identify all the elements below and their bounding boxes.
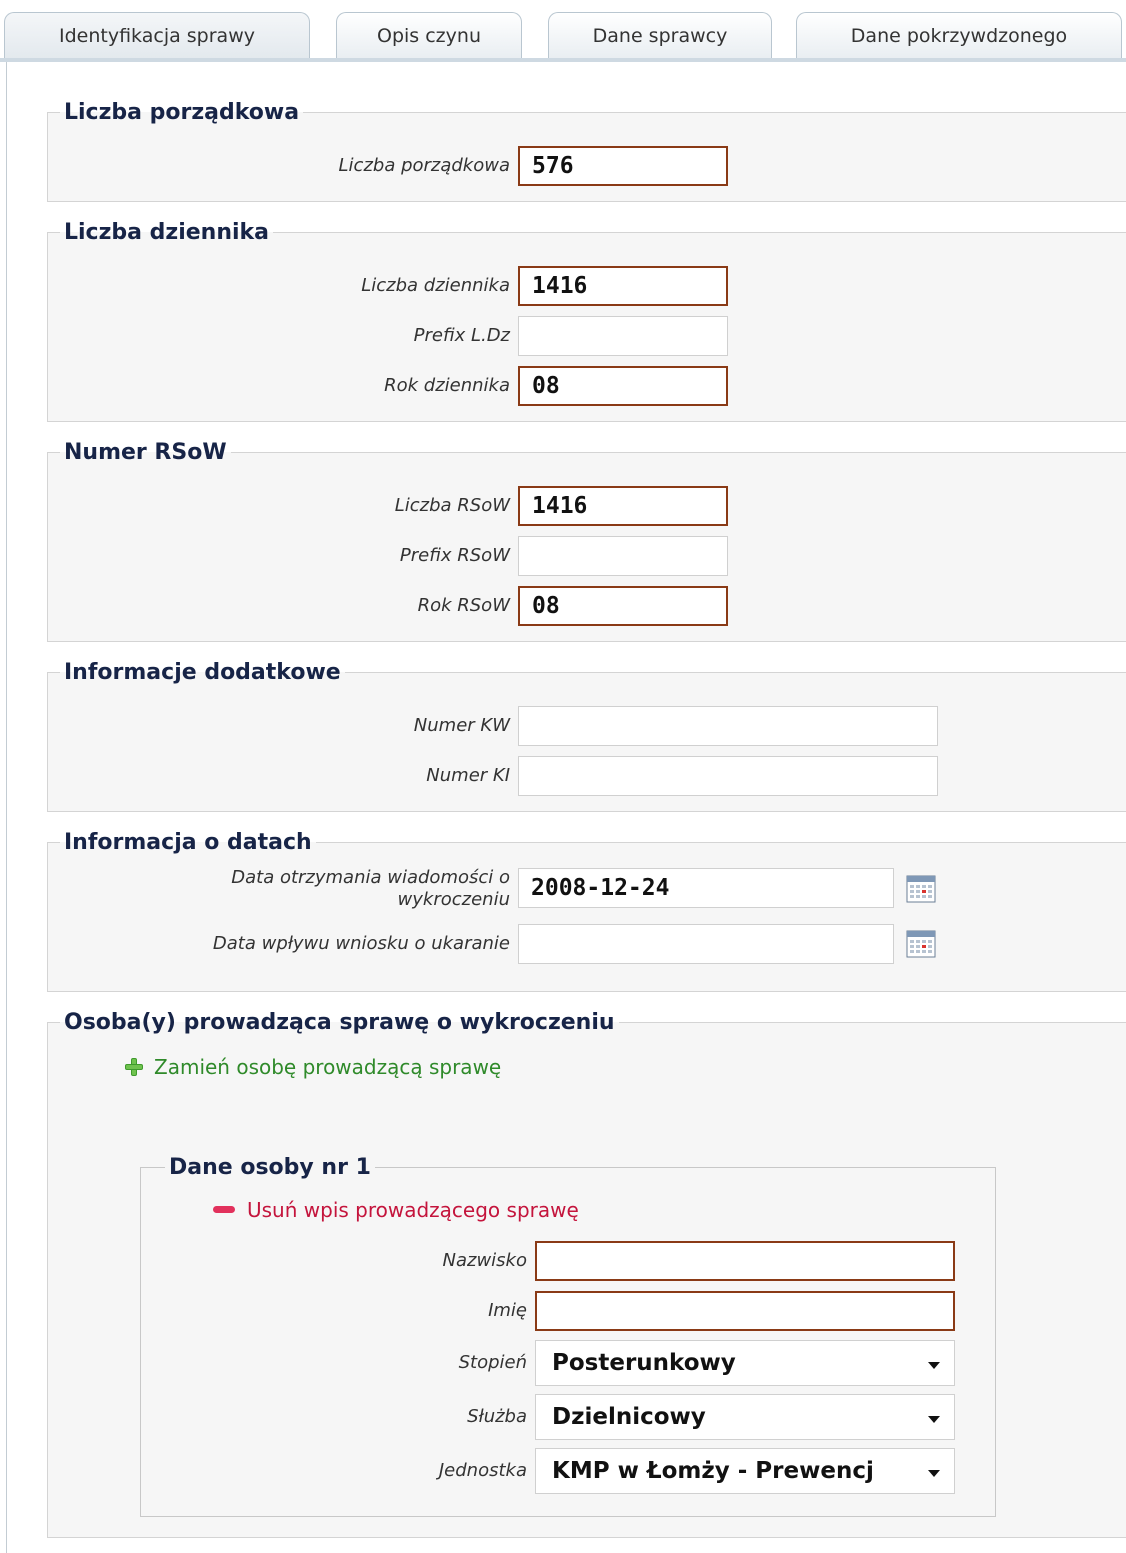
plus-icon [124,1057,144,1077]
fieldset-liczba-dziennika: Liczba dziennika Liczba dziennika 1416 P… [47,220,1126,422]
rok-dziennika-input[interactable]: 08 [518,366,728,406]
usun-wpis-label: Usuń wpis prowadzącego sprawę [247,1198,579,1222]
label-rok-dziennika: Rok dziennika [384,375,510,396]
numer-ki-input[interactable] [518,756,938,796]
fieldset-osoby-prowadzace: Osoba(y) prowadząca sprawę o wykroczeniu… [47,1010,1126,1538]
sluzba-select[interactable]: Dzielnicowy [535,1394,955,1440]
legend-osoby-prowadzace: Osoba(y) prowadząca sprawę o wykroczeniu [64,1010,615,1035]
numer-kw-input[interactable] [518,706,938,746]
usun-wpis-link[interactable]: Usuń wpis prowadzącego sprawę [213,1198,579,1222]
tab-content-panel: Liczba porządkowa Liczba porządkowa 576 … [6,62,1126,1553]
liczba-dziennika-input[interactable]: 1416 [518,266,728,306]
data-wplywu-input[interactable] [518,924,894,964]
rok-rsow-input[interactable]: 08 [518,586,728,626]
label-data-wplywu: Data wpływu wniosku o ukaranie [212,933,510,954]
minus-icon [213,1206,235,1213]
calendar-icon[interactable] [906,930,936,958]
imie-input[interactable] [535,1291,955,1331]
label-nazwisko: Nazwisko [442,1250,527,1271]
zamien-osobe-label: Zamień osobę prowadzącą sprawę [154,1055,502,1079]
sluzba-value: Dzielnicowy [552,1404,706,1430]
tab-bar: Identyfikacja sprawy Opis czynu Dane spr… [0,0,1126,62]
fieldset-liczba-porzadkowa: Liczba porządkowa Liczba porządkowa 576 [47,100,1126,202]
jednostka-select[interactable]: KMP w Łomży - Prewencj [535,1448,955,1494]
legend-dane-osoby-1: Dane osoby nr 1 [169,1155,371,1180]
legend-liczba-dziennika: Liczba dziennika [64,220,270,245]
label-liczba-dziennika: Liczba dziennika [361,275,510,296]
chevron-down-icon [928,1470,940,1477]
tab-identyfikacja-sprawy[interactable]: Identyfikacja sprawy [4,12,310,58]
label-liczba-rsow: Liczba RSoW [394,495,510,516]
jednostka-value: KMP w Łomży - Prewencj [552,1458,874,1484]
label-data-otrzymania-line2: wykroczeniu [397,889,510,910]
label-prefix-rsow: Prefix RSoW [399,545,510,566]
prefix-rsow-input[interactable] [518,536,728,576]
fieldset-dane-osoby-1: Dane osoby nr 1 Usuń wpis prowadzącego s… [140,1155,996,1517]
calendar-icon[interactable] [906,875,936,903]
chevron-down-icon [928,1416,940,1423]
label-rok-rsow: Rok RSoW [417,595,510,616]
fieldset-numer-rsow: Numer RSoW Liczba RSoW 1416 Prefix RSoW … [47,440,1126,642]
label-liczba-porzadkowa: Liczba porządkowa [338,155,510,176]
tab-dane-pokrzywdzonego[interactable]: Dane pokrzywdzonego [796,12,1122,58]
label-jednostka: Jednostka [438,1460,527,1481]
zamien-osobe-link[interactable]: Zamień osobę prowadzącą sprawę [124,1055,501,1079]
legend-numer-rsow: Numer RSoW [64,440,227,465]
fieldset-informacje-dodatkowe: Informacje dodatkowe Numer KW Numer KI [47,660,1126,812]
nazwisko-input[interactable] [535,1241,955,1281]
data-otrzymania-input[interactable]: 2008-12-24 [518,868,894,908]
label-stopien: Stopień [458,1352,527,1373]
label-imie: Imię [488,1300,527,1321]
label-numer-ki: Numer KI [426,765,510,786]
label-numer-kw: Numer KW [413,715,510,736]
tab-opis-czynu[interactable]: Opis czynu [336,12,522,58]
label-data-otrzymania-line1: Data otrzymania wiadomości o [231,867,510,888]
stopien-value: Posterunkowy [552,1350,736,1376]
stopien-select[interactable]: Posterunkowy [535,1340,955,1386]
legend-informacja-o-datach: Informacja o datach [64,830,312,855]
label-prefix-ldz: Prefix L.Dz [413,325,510,346]
fieldset-informacja-o-datach: Informacja o datach Data otrzymania wiad… [47,830,1126,992]
liczba-porzadkowa-input[interactable]: 576 [518,146,728,186]
chevron-down-icon [928,1362,940,1369]
tab-dane-sprawcy[interactable]: Dane sprawcy [548,12,772,58]
prefix-ldz-input[interactable] [518,316,728,356]
legend-liczba-porzadkowa: Liczba porządkowa [64,100,300,125]
label-sluzba: Służba [467,1406,527,1427]
legend-informacje-dodatkowe: Informacje dodatkowe [64,660,341,685]
liczba-rsow-input[interactable]: 1416 [518,486,728,526]
